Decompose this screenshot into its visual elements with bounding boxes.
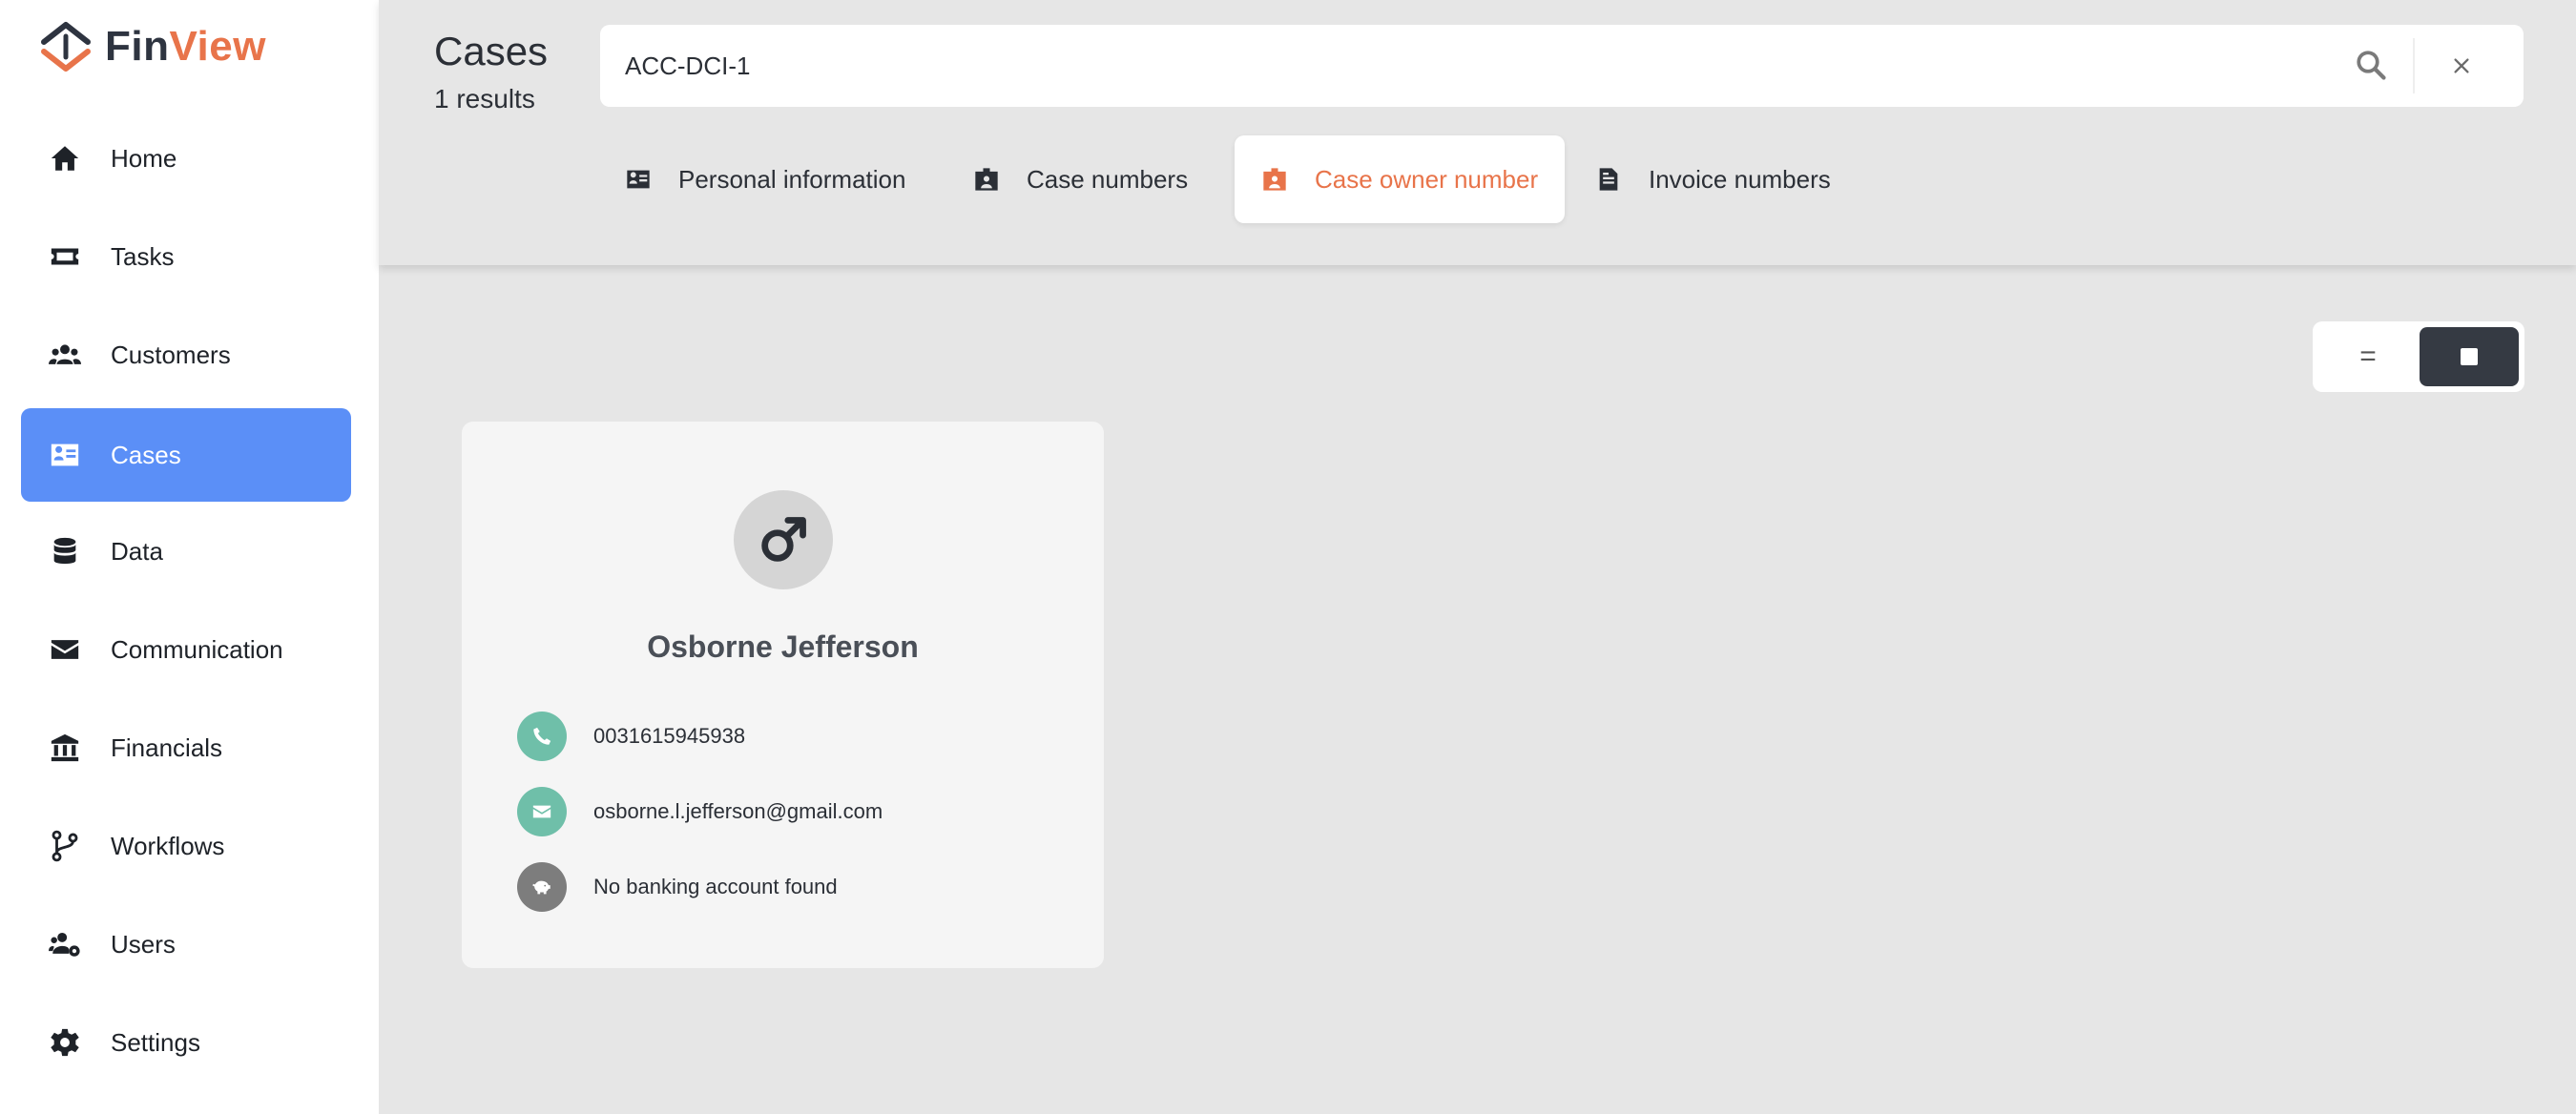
tab-invoice-numbers[interactable]: Invoice numbers: [1570, 135, 1847, 223]
sidebar-item-communication[interactable]: Communication: [21, 603, 351, 696]
bank-account-status: No banking account found: [593, 875, 838, 898]
close-icon: [2454, 58, 2469, 73]
gear-icon: [48, 1025, 82, 1060]
email-row: osborne.l.jefferson@gmail.com: [517, 787, 883, 836]
page-header: Cases 1 results Personal information Cas…: [379, 0, 2576, 265]
tab-label: Invoice numbers: [1649, 164, 1831, 194]
sidebar-item-home[interactable]: Home: [21, 112, 351, 205]
sidebar-item-data[interactable]: Data: [21, 505, 351, 598]
branch-icon: [48, 829, 82, 863]
finview-logo-icon: [41, 22, 91, 72]
ticket-icon: [48, 239, 82, 274]
search-bar: [600, 25, 2524, 107]
phone-number: 0031615945938: [593, 724, 746, 748]
result-count: 1 results: [434, 84, 535, 113]
id-badge-icon: [1261, 166, 1288, 193]
sidebar-item-tasks[interactable]: Tasks: [21, 210, 351, 303]
bank-icon: [48, 731, 82, 765]
male-icon: [761, 517, 806, 562]
address-card-icon: [625, 166, 652, 193]
logo-text-fin: Fin: [105, 23, 170, 70]
sidebar-item-label: Users: [111, 929, 176, 959]
phone-icon: [517, 712, 567, 761]
tab-case-numbers[interactable]: Case numbers: [948, 135, 1238, 223]
sidebar-item-label: Settings: [111, 1027, 200, 1057]
tab-label: Case owner number: [1315, 164, 1539, 194]
piggy-bank-icon: [517, 862, 567, 912]
result-card[interactable]: Osborne Jefferson 0031615945938 osborne.…: [462, 422, 1104, 968]
list-view-icon: =: [2359, 340, 2377, 372]
tab-label: Case numbers: [1027, 164, 1189, 194]
sidebar-item-users[interactable]: Users: [21, 897, 351, 991]
sidebar-item-label: Data: [111, 536, 163, 566]
tab-label: Personal information: [678, 164, 906, 194]
sidebar-item-financials[interactable]: Financials: [21, 701, 351, 794]
sidebar-item-customers[interactable]: Customers: [21, 308, 351, 402]
sidebar-item-label: Communication: [111, 634, 283, 664]
sidebar-item-label: Tasks: [111, 241, 175, 271]
home-icon: [48, 141, 82, 175]
sidebar: FinView Home Tasks Customers Cases Data …: [0, 0, 379, 1114]
id-card-icon: [48, 438, 82, 472]
list-view-button[interactable]: =: [2318, 327, 2418, 386]
database-icon: [48, 534, 82, 568]
finview-logo[interactable]: FinView: [38, 21, 266, 72]
sidebar-item-label: Financials: [111, 732, 223, 762]
tab-personal-information[interactable]: Personal information: [600, 135, 939, 223]
id-badge-icon: [973, 166, 1000, 193]
users-gear-icon: [48, 927, 82, 961]
file-invoice-icon: [1595, 166, 1622, 193]
sidebar-item-label: Workflows: [111, 831, 225, 860]
sidebar-item-cases[interactable]: Cases: [21, 408, 351, 502]
search-icon[interactable]: [2354, 48, 2392, 86]
clear-search-button[interactable]: [2441, 46, 2482, 86]
phone-row: 0031615945938: [517, 712, 745, 761]
search-divider: [2413, 38, 2415, 93]
logo-text-view: View: [169, 23, 266, 70]
customer-name: Osborne Jefferson: [647, 629, 919, 664]
tab-case-owner-number[interactable]: Case owner number: [1235, 135, 1565, 223]
email-address: osborne.l.jefferson@gmail.com: [593, 799, 883, 823]
sidebar-item-settings[interactable]: Settings: [21, 996, 351, 1089]
sidebar-item-label: Home: [111, 143, 177, 173]
page-title: Cases: [434, 29, 549, 73]
view-toggle: =: [2313, 321, 2524, 392]
grid-view-icon: [2461, 348, 2478, 365]
envelope-icon: [517, 787, 567, 836]
users-icon: [48, 338, 82, 372]
bank-row: No banking account found: [517, 862, 838, 912]
grid-view-button[interactable]: [2420, 327, 2519, 386]
avatar: [734, 490, 833, 589]
sidebar-item-label: Customers: [111, 340, 231, 369]
sidebar-item-label: Cases: [111, 440, 181, 469]
search-input[interactable]: [625, 25, 2323, 107]
envelope-icon: [48, 632, 82, 667]
sidebar-item-workflows[interactable]: Workflows: [21, 799, 351, 893]
